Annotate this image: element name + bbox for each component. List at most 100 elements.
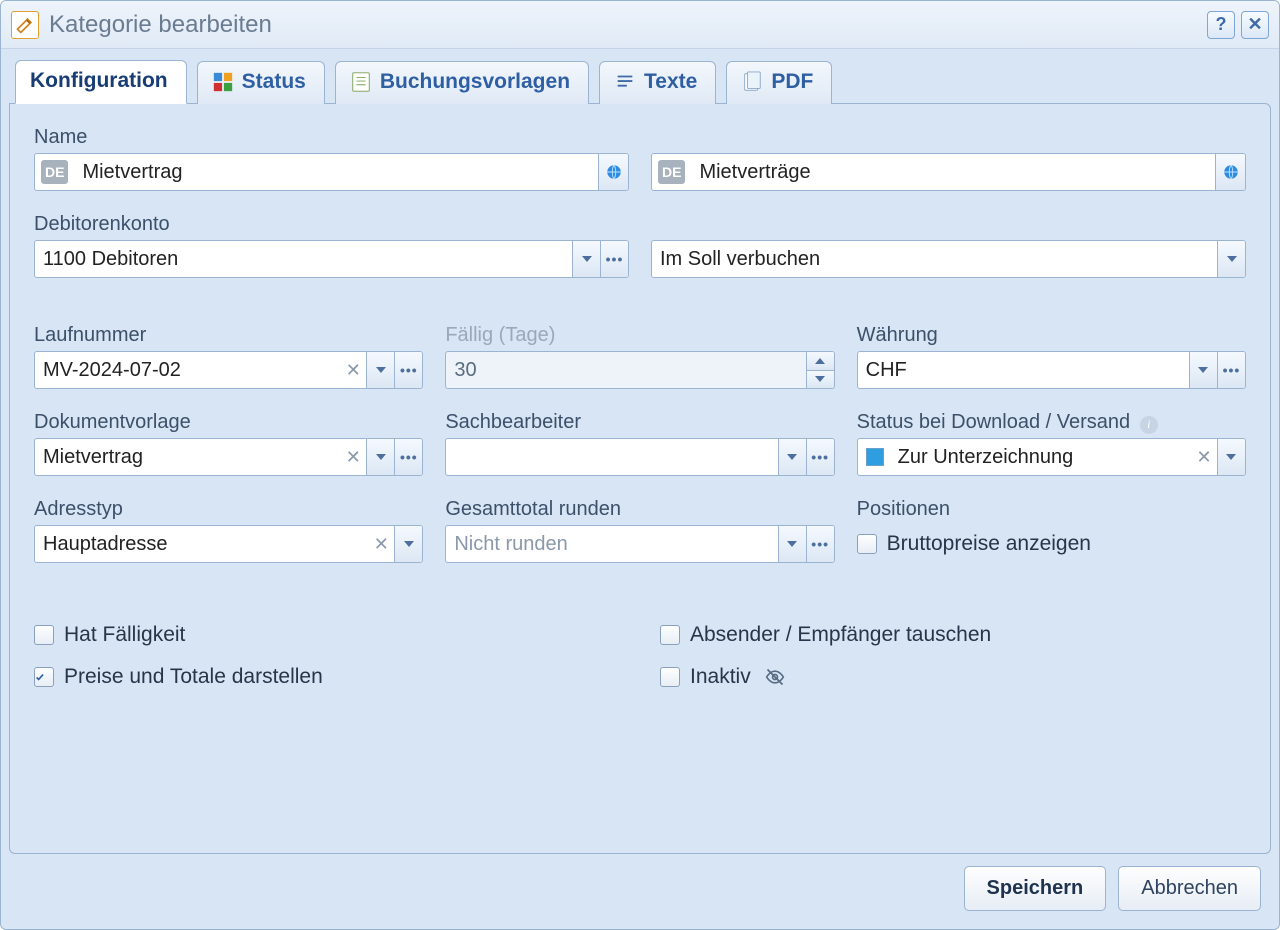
debitor-account-field: ••• xyxy=(34,240,629,278)
tab-konfiguration[interactable]: Konfiguration xyxy=(15,60,187,104)
chevron-down-icon xyxy=(582,256,592,262)
sachbearbeiter-field: ••• xyxy=(445,438,834,476)
debitor-label: Debitorenkonto xyxy=(34,213,1246,236)
lookup-trigger[interactable]: ••• xyxy=(806,526,834,562)
lookup-trigger[interactable]: ••• xyxy=(806,439,834,475)
status-dl-field: ✕ xyxy=(857,438,1246,476)
lookup-trigger[interactable]: ••• xyxy=(600,241,628,277)
x-icon: ✕ xyxy=(346,447,361,468)
waehrung-field: ••• xyxy=(857,351,1246,389)
close-icon: ✕ xyxy=(1247,14,1262,35)
clear-button[interactable]: ✕ xyxy=(1191,439,1217,475)
lookup-trigger[interactable]: ••• xyxy=(394,439,422,475)
sachbearbeiter-input[interactable] xyxy=(446,439,777,475)
absender-tauschen-checkbox[interactable]: Absender / Empfänger tauschen xyxy=(660,623,1246,647)
name-label: Name xyxy=(34,126,1246,149)
chevron-down-icon xyxy=(376,454,386,460)
dialog-window: Kategorie bearbeiten ? ✕ Konfiguration S… xyxy=(0,0,1280,930)
waehrung-label: Währung xyxy=(857,324,1246,347)
laufnummer-input[interactable] xyxy=(35,352,340,388)
lookup-trigger[interactable]: ••• xyxy=(1217,352,1245,388)
globe-button[interactable] xyxy=(598,154,628,190)
clear-button[interactable]: ✕ xyxy=(368,526,394,562)
check-label: Absender / Empfänger tauschen xyxy=(690,623,991,647)
checkbox-box xyxy=(34,625,54,645)
number-spinner xyxy=(806,352,834,388)
checkbox-box xyxy=(857,534,877,554)
x-icon: ✕ xyxy=(346,360,361,381)
spinner-up[interactable] xyxy=(807,352,834,371)
waehrung-input[interactable] xyxy=(858,352,1189,388)
laufnummer-label: Laufnummer xyxy=(34,324,423,347)
debitor-account-input[interactable] xyxy=(35,241,572,277)
edit-icon xyxy=(11,11,39,39)
vorlage-label: Dokumentvorlage xyxy=(34,411,423,434)
template-icon xyxy=(350,71,372,93)
tab-label: Texte xyxy=(644,70,697,94)
preise-checkbox[interactable]: Preise und Totale darstellen xyxy=(34,665,620,689)
chevron-down-icon xyxy=(404,541,414,547)
chevron-down-icon xyxy=(376,367,386,373)
tab-texte[interactable]: Texte xyxy=(599,61,716,104)
inaktiv-checkbox[interactable]: Inaktiv xyxy=(660,665,1246,689)
window-title: Kategorie bearbeiten xyxy=(49,11,1201,39)
status-dl-input[interactable] xyxy=(890,439,1191,475)
tab-pdf[interactable]: PDF xyxy=(726,61,832,104)
tab-status[interactable]: Status xyxy=(197,61,325,104)
lookup-trigger[interactable]: ••• xyxy=(394,352,422,388)
runden-input[interactable] xyxy=(446,526,777,562)
save-button[interactable]: Speichern xyxy=(964,866,1107,911)
runden-label: Gesamttotal runden xyxy=(445,498,834,521)
dots-icon: ••• xyxy=(811,536,829,552)
dropdown-trigger[interactable] xyxy=(366,352,394,388)
help-button[interactable]: ? xyxy=(1207,11,1235,39)
dropdown-trigger[interactable] xyxy=(394,526,422,562)
dropdown-trigger[interactable] xyxy=(366,439,394,475)
booking-side-input[interactable] xyxy=(652,241,1217,277)
x-icon: ✕ xyxy=(1196,447,1211,468)
tab-label: Konfiguration xyxy=(30,69,168,93)
name-singular-input[interactable] xyxy=(74,154,598,190)
clear-button[interactable]: ✕ xyxy=(340,439,366,475)
spinner-down[interactable] xyxy=(807,371,834,389)
check-label: Inaktiv xyxy=(690,665,751,689)
adresstyp-input[interactable] xyxy=(35,526,368,562)
faellig-label: Fällig (Tage) xyxy=(445,324,834,347)
dropdown-trigger[interactable] xyxy=(572,241,600,277)
cancel-button[interactable]: Abbrechen xyxy=(1118,866,1261,911)
eye-off-icon xyxy=(765,667,785,687)
chevron-down-icon xyxy=(815,376,825,382)
chevron-down-icon xyxy=(1226,454,1236,460)
status-dl-label-text: Status bei Download / Versand xyxy=(857,411,1131,433)
vorlage-input[interactable] xyxy=(35,439,340,475)
dropdown-trigger[interactable] xyxy=(778,526,806,562)
text-icon xyxy=(614,71,636,93)
close-button[interactable]: ✕ xyxy=(1241,11,1269,39)
booking-side-field xyxy=(651,240,1246,278)
dropdown-trigger[interactable] xyxy=(778,439,806,475)
brutto-checkbox[interactable]: Bruttopreise anzeigen xyxy=(857,525,1246,563)
clear-button[interactable]: ✕ xyxy=(340,352,366,388)
adresstyp-field: ✕ xyxy=(34,525,423,563)
check-label: Hat Fälligkeit xyxy=(64,623,185,647)
dots-icon: ••• xyxy=(606,251,624,267)
chevron-down-icon xyxy=(1198,367,1208,373)
status-dl-label: Status bei Download / Versand i xyxy=(857,411,1246,434)
runden-field: ••• xyxy=(445,525,834,563)
name-plural-input[interactable] xyxy=(691,154,1215,190)
faellig-input xyxy=(446,352,805,388)
hat-faelligkeit-checkbox[interactable]: Hat Fälligkeit xyxy=(34,623,620,647)
tab-buchungsvorlagen[interactable]: Buchungsvorlagen xyxy=(335,61,589,104)
panel-wrap: Name DE DE xyxy=(1,103,1279,929)
checkbox-box xyxy=(660,625,680,645)
globe-button[interactable] xyxy=(1215,154,1245,190)
dots-icon: ••• xyxy=(811,449,829,465)
dropdown-trigger[interactable] xyxy=(1189,352,1217,388)
status-icon xyxy=(212,71,234,93)
dropdown-trigger[interactable] xyxy=(1217,439,1245,475)
chevron-up-icon xyxy=(815,358,825,364)
name-plural-field: DE xyxy=(651,153,1246,191)
dropdown-trigger[interactable] xyxy=(1217,241,1245,277)
adresstyp-label: Adresstyp xyxy=(34,498,423,521)
info-icon[interactable]: i xyxy=(1140,416,1158,434)
